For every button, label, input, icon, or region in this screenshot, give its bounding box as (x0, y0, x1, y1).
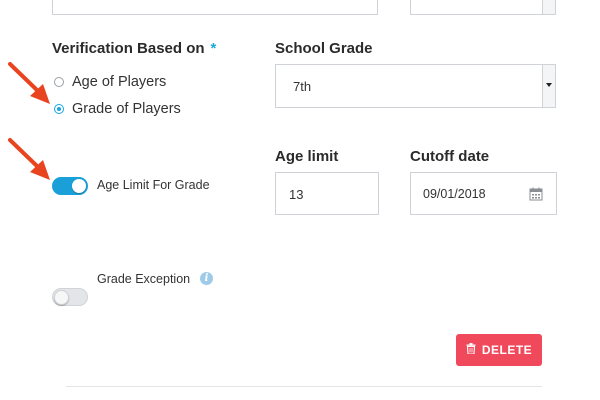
top-field-right[interactable] (410, 0, 556, 15)
calendar-icon[interactable] (529, 187, 543, 206)
annotation-arrow-radio (6, 60, 56, 106)
top-field-right-scroll[interactable] (542, 0, 555, 14)
chevron-down-icon[interactable] (542, 65, 555, 107)
cutoff-date-label: Cutoff date (410, 148, 490, 165)
age-limit-toggle-label: Age Limit For Grade (97, 178, 210, 192)
toggle-knob (72, 179, 86, 193)
school-grade-label: School Grade (275, 40, 373, 57)
radio-grade-of-players[interactable]: Grade of Players (54, 101, 181, 117)
age-limit-toggle[interactable] (52, 177, 88, 195)
delete-button-label: DELETE (481, 343, 533, 357)
grade-exception-label: Grade Exception (97, 272, 191, 286)
annotation-arrow-toggle (6, 136, 56, 182)
radio-label-age: Age of Players (72, 74, 167, 90)
cutoff-date-input[interactable]: 09/01/2018 (410, 172, 557, 215)
required-asterisk: * (210, 40, 217, 57)
top-field-left[interactable] (52, 0, 378, 15)
radio-label-grade: Grade of Players (72, 101, 181, 117)
info-icon[interactable]: i (200, 272, 213, 285)
verification-label: Verification Based on (52, 40, 205, 57)
age-limit-label: Age limit (275, 148, 339, 165)
grade-exception-toggle[interactable] (52, 288, 88, 306)
verification-label-row: Verification Based on * (52, 40, 216, 57)
school-grade-value: 7th (293, 79, 312, 94)
trash-icon (466, 343, 476, 357)
age-limit-value: 13 (289, 187, 304, 202)
radio-age-of-players[interactable]: Age of Players (54, 74, 166, 90)
delete-button[interactable]: DELETE (456, 334, 542, 366)
cutoff-date-value: 09/01/2018 (423, 187, 486, 201)
school-grade-select[interactable]: 7th (275, 64, 556, 108)
toggle-knob (54, 290, 69, 305)
age-limit-input[interactable]: 13 (275, 172, 379, 215)
divider (66, 386, 542, 387)
